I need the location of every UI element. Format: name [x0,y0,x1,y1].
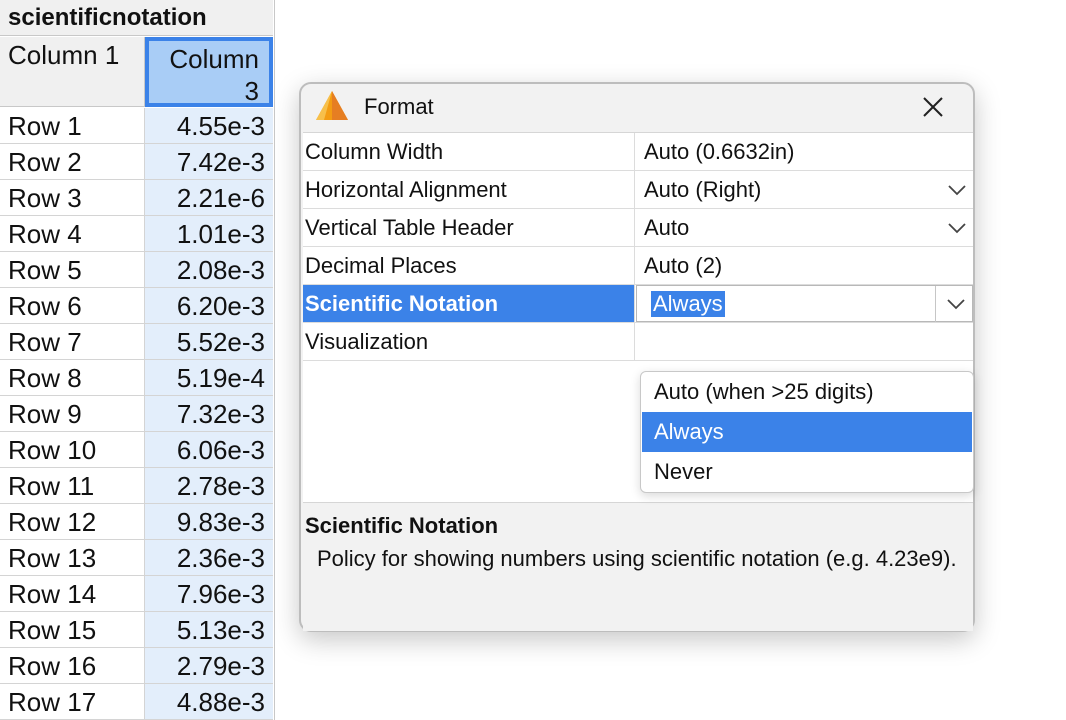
property-value[interactable] [636,323,973,360]
property-value[interactable]: Auto [636,209,973,246]
cell-value[interactable]: 4.55e-3 [145,108,273,143]
row-label[interactable]: Row 17 [0,684,145,719]
cell-value[interactable]: 7.32e-3 [145,396,273,431]
cell-value[interactable]: 5.13e-3 [145,612,273,647]
property-row-decimal-places[interactable]: Decimal Places Auto (2) [303,247,973,285]
cell-value[interactable]: 6.20e-3 [145,288,273,323]
app-cone-icon [316,91,348,120]
table-title: scientificnotation [0,0,273,36]
chevron-down-icon[interactable] [945,295,967,313]
table-row[interactable]: Row 3 2.21e-6 [0,180,273,216]
close-icon [923,97,943,117]
table-row[interactable]: Row 8 5.19e-4 [0,360,273,396]
cell-value[interactable]: 7.96e-3 [145,576,273,611]
table-body: Row 1 4.55e-3 Row 2 7.42e-3 Row 3 2.21e-6 Row … [0,108,273,720]
property-row-visualization[interactable]: Visualization [303,323,973,361]
table-row[interactable]: Row 9 7.32e-3 [0,396,273,432]
row-label[interactable]: Row 16 [0,648,145,683]
row-label[interactable]: Row 2 [0,144,145,179]
table-row[interactable]: Row 4 1.01e-3 [0,216,273,252]
option-auto[interactable]: Auto (when >25 digits) [642,372,972,412]
property-value-text: Auto (Right) [644,177,762,202]
property-value[interactable]: Auto (Right) [636,171,973,208]
row-label[interactable]: Row 3 [0,180,145,215]
row-label[interactable]: Row 8 [0,360,145,395]
row-label[interactable]: Row 13 [0,540,145,575]
cell-value[interactable]: 2.79e-3 [145,648,273,683]
cell-value[interactable]: 4.88e-3 [145,684,273,719]
row-label[interactable]: Row 9 [0,396,145,431]
dialog-titlebar[interactable]: Format [301,84,973,130]
cell-value[interactable]: 2.78e-3 [145,468,273,503]
cell-value[interactable]: 9.83e-3 [145,504,273,539]
close-button[interactable] [913,88,953,126]
scientific-notation-select[interactable]: Always [636,285,973,322]
table-row[interactable]: Row 15 5.13e-3 [0,612,273,648]
property-row-vertical-table-header[interactable]: Vertical Table Header Auto [303,209,973,247]
column-header-1[interactable]: Column 1 [0,37,145,107]
property-name: Decimal Places [303,247,635,284]
property-row-scientific-notation[interactable]: Scientific Notation Always [303,285,973,323]
table-row[interactable]: Row 11 2.78e-3 [0,468,273,504]
property-row-horizontal-alignment[interactable]: Horizontal Alignment Auto (Right) [303,171,973,209]
property-value-text: Auto [644,215,690,240]
property-name: Scientific Notation [303,285,635,322]
row-label[interactable]: Row 1 [0,108,145,143]
table-row[interactable]: Row 12 9.83e-3 [0,504,273,540]
table-row[interactable]: Row 5 2.08e-3 [0,252,273,288]
cell-value[interactable]: 1.01e-3 [145,216,273,251]
cell-value[interactable]: 2.08e-3 [145,252,273,287]
cell-value[interactable]: 5.52e-3 [145,324,273,359]
format-dialog: Format Column Width Auto (0.6632in) Hori… [299,82,975,632]
row-label[interactable]: Row 7 [0,324,145,359]
row-label[interactable]: Row 4 [0,216,145,251]
table-row[interactable]: Row 17 4.88e-3 [0,684,273,720]
row-label[interactable]: Row 15 [0,612,145,647]
cell-value[interactable]: 2.21e-6 [145,180,273,215]
row-label[interactable]: Row 5 [0,252,145,287]
selected-value: Always [651,291,725,317]
dialog-title: Format [364,94,434,119]
description-title: Scientific Notation [305,513,499,538]
column-header-3[interactable]: Column 3 [145,37,273,107]
description-panel: Scientific Notation Policy for showing n… [303,502,973,631]
description-text: Policy for showing numbers using scienti… [317,546,957,571]
cell-value[interactable]: 7.42e-3 [145,144,273,179]
row-label[interactable]: Row 12 [0,504,145,539]
data-table: scientificnotation Column 1 Column 3 Row… [0,0,275,720]
row-label[interactable]: Row 10 [0,432,145,467]
property-row-column-width[interactable]: Column Width Auto (0.6632in) [303,133,973,171]
table-row[interactable]: Row 6 6.20e-3 [0,288,273,324]
property-name: Vertical Table Header [303,209,635,246]
property-name: Column Width [303,133,635,170]
property-value[interactable]: Auto (2) [636,247,973,284]
table-row[interactable]: Row 1 4.55e-3 [0,108,273,144]
cell-value[interactable]: 6.06e-3 [145,432,273,467]
table-row[interactable]: Row 7 5.52e-3 [0,324,273,360]
property-grid: Column Width Auto (0.6632in) Horizontal … [303,132,974,543]
scientific-notation-dropdown: Auto (when >25 digits) Always Never [640,371,974,493]
table-row[interactable]: Row 13 2.36e-3 [0,540,273,576]
chevron-down-icon[interactable] [947,181,967,199]
cell-value[interactable]: 5.19e-4 [145,360,273,395]
table-row[interactable]: Row 16 2.79e-3 [0,648,273,684]
property-name: Visualization [303,323,635,360]
row-label[interactable]: Row 6 [0,288,145,323]
row-label[interactable]: Row 14 [0,576,145,611]
table-row[interactable]: Row 2 7.42e-3 [0,144,273,180]
table-row[interactable]: Row 10 6.06e-3 [0,432,273,468]
option-never[interactable]: Never [642,452,972,492]
table-row[interactable]: Row 14 7.96e-3 [0,576,273,612]
cell-value[interactable]: 2.36e-3 [145,540,273,575]
row-label[interactable]: Row 11 [0,468,145,503]
property-value[interactable]: Auto (0.6632in) [636,133,973,170]
chevron-down-icon[interactable] [947,219,967,237]
select-divider [935,286,936,322]
property-name: Horizontal Alignment [303,171,635,208]
option-always[interactable]: Always [642,412,972,452]
